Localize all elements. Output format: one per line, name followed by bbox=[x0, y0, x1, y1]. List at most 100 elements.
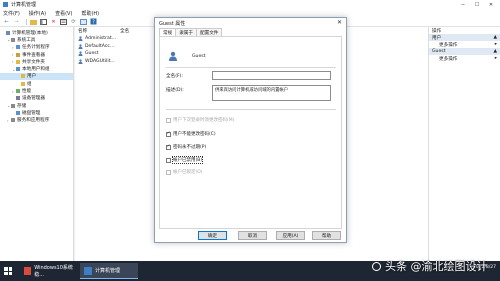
minimize-button[interactable]: ─ bbox=[456, 0, 470, 9]
forward-icon[interactable]: → bbox=[13, 18, 20, 25]
refresh-icon[interactable]: ⟳ bbox=[70, 18, 77, 25]
tree-item[interactable]: ⌄ 系统工具 bbox=[0, 36, 73, 43]
svg-text:?: ? bbox=[92, 20, 95, 26]
properties-icon[interactable] bbox=[60, 18, 67, 25]
checkmark-icon[interactable]: ✓ bbox=[166, 131, 171, 137]
tree-node-icon bbox=[16, 67, 20, 72]
back-icon[interactable]: ← bbox=[3, 18, 10, 25]
export-list-icon[interactable] bbox=[80, 18, 87, 25]
menu-help[interactable]: 帮助(H) bbox=[81, 10, 99, 17]
column-header-name[interactable]: 名称 bbox=[78, 28, 120, 34]
actions-group-guest[interactable]: Guest ▲ bbox=[429, 48, 500, 55]
taskbar-item-label: 计算机管理 bbox=[95, 268, 121, 274]
dialog-title: Guest 属性 bbox=[159, 20, 186, 27]
checkbox-label: 密码永不过期(P) bbox=[173, 145, 207, 150]
user-header: Guest bbox=[168, 51, 206, 61]
description-label: 描述(D): bbox=[166, 88, 184, 93]
maximize-button[interactable]: ☐ bbox=[470, 0, 484, 9]
menu-view[interactable]: 查看(V) bbox=[55, 10, 72, 17]
tree-item-label: 设备管理器 bbox=[22, 96, 45, 102]
account-option-checkbox[interactable]: 帐户已禁用(B) bbox=[166, 156, 204, 164]
navigation-tree: 计算机管理(本地) ⌄ 系统工具 › 任务计划程序 › 事件查看器 › 共享文件夹 ⌄ 本地用户和组… bbox=[0, 27, 74, 261]
tree-node-icon bbox=[16, 45, 20, 50]
tree-item[interactable]: › 事件查看器 bbox=[0, 51, 73, 58]
help-button[interactable]: 帮助 bbox=[312, 231, 341, 240]
account-option-checkbox[interactable]: ✓ 用户不能更改密码(C) bbox=[166, 131, 216, 137]
tree-item-label: 存储 bbox=[17, 103, 27, 109]
action-label: 更多操作 bbox=[439, 56, 458, 62]
menu-file[interactable]: 文件(F) bbox=[3, 10, 20, 17]
tree-item[interactable]: 磁盘管理 bbox=[0, 109, 73, 116]
account-option-checkbox: 帐户已锁定(O) bbox=[166, 169, 203, 175]
delete-icon[interactable]: ✕ bbox=[50, 18, 57, 25]
checkbox-label: 用户下次登录时须更改密码(M) bbox=[173, 118, 235, 123]
checkbox-label: 用户不能更改密码(C) bbox=[173, 132, 216, 137]
ok-button[interactable]: 确定 bbox=[198, 231, 227, 240]
up-folder-icon[interactable] bbox=[30, 18, 37, 25]
tree-item-label: 系统工具 bbox=[17, 37, 36, 43]
windows-start-icon[interactable] bbox=[4, 267, 12, 275]
taskbar-item-label: Windows10系统稳... bbox=[34, 265, 73, 278]
tree-item-label: 组 bbox=[27, 81, 32, 87]
tree-item[interactable]: ⌄ 本地用户和组 bbox=[0, 65, 73, 73]
help-icon[interactable]: ? bbox=[90, 18, 97, 25]
tree-item[interactable]: 用户 bbox=[0, 72, 73, 81]
tree-node-icon bbox=[11, 103, 15, 108]
checkbox-box[interactable] bbox=[166, 157, 171, 163]
description-input[interactable]: 供来宾访问计算机或访问域的内置帐户 bbox=[212, 85, 331, 101]
taskbar-item-windows10[interactable]: Windows10系统稳... bbox=[20, 263, 78, 279]
actions-title: 操作 bbox=[432, 28, 442, 34]
window-titlebar: 计算机管理 ─ ☐ ✕ bbox=[0, 0, 500, 9]
close-button[interactable]: ✕ bbox=[484, 0, 498, 9]
action-more-actions[interactable]: 更多操作 ▸ bbox=[429, 41, 500, 48]
user-icon bbox=[78, 36, 83, 42]
tree-item[interactable]: › 性能 bbox=[0, 87, 73, 95]
collapse-arrow-icon: ▲ bbox=[493, 49, 497, 54]
tree-item[interactable]: › 任务计划程序 bbox=[0, 44, 73, 51]
dialog-divider bbox=[166, 109, 336, 110]
show-hide-tree-icon[interactable] bbox=[40, 18, 47, 25]
dialog-tabs: 常规 隶属于 配置文件 bbox=[159, 28, 346, 36]
tree-node-icon bbox=[21, 74, 25, 79]
menu-action[interactable]: 操作(A) bbox=[29, 10, 46, 17]
toutiao-logo-icon bbox=[372, 261, 381, 271]
expand-arrow-icon: ▸ bbox=[494, 56, 497, 61]
checkmark-icon[interactable]: ✓ bbox=[166, 144, 171, 150]
tree-item-label: 本地用户和组 bbox=[22, 67, 50, 73]
tab-profile[interactable]: 配置文件 bbox=[196, 28, 223, 36]
dialog-close-button[interactable]: ✕ bbox=[337, 19, 342, 26]
action-more-actions[interactable]: 更多操作 ▸ bbox=[429, 55, 500, 62]
tab-general[interactable]: 常规 bbox=[159, 28, 177, 36]
tree-item[interactable]: 计算机管理(本地) bbox=[0, 29, 73, 36]
fullname-input[interactable] bbox=[212, 71, 331, 80]
computer-management-icon bbox=[3, 2, 8, 7]
action-label: 更多操作 bbox=[439, 42, 458, 48]
tree-node-icon bbox=[16, 59, 20, 64]
checkbox-box bbox=[166, 117, 171, 123]
menu-bar: 文件(F) 操作(A) 查看(V) 帮助(H) bbox=[0, 9, 500, 17]
tree-node-icon bbox=[11, 37, 15, 42]
list-item-name: Administrat... bbox=[85, 36, 116, 42]
cancel-button[interactable]: 取消 bbox=[238, 231, 267, 240]
tree-item[interactable]: 设备管理器 bbox=[0, 95, 73, 102]
actions-pane: 操作 用户 ▲ 更多操作 ▸ Guest ▲ 更多操作 ▸ bbox=[428, 27, 500, 261]
tree-item[interactable]: 组 bbox=[0, 80, 73, 87]
window-title: 计算机管理 bbox=[11, 2, 37, 8]
guest-properties-dialog: Guest 属性 ✕ 常规 隶属于 配置文件 Guest 全名(F): 描述(D… bbox=[154, 17, 347, 243]
tree-item[interactable]: ⌄ 存储 bbox=[0, 102, 73, 109]
actions-group-users[interactable]: 用户 ▲ bbox=[429, 34, 500, 41]
account-option-checkbox: 用户下次登录时须更改密码(M) bbox=[166, 117, 234, 123]
general-tab-panel: Guest 全名(F): 描述(D): 供来宾访问计算机或访问域的内置帐户 用户… bbox=[159, 36, 342, 229]
tree-item[interactable]: › 共享文件夹 bbox=[0, 58, 73, 65]
username-label: Guest bbox=[192, 53, 206, 59]
account-option-checkbox[interactable]: ✓ 密码永不过期(P) bbox=[166, 144, 206, 150]
actions-group-label: Guest bbox=[432, 49, 446, 54]
tree-item-label: 服务和应用程序 bbox=[17, 118, 50, 124]
tree-node-icon bbox=[16, 52, 20, 57]
tree-item[interactable]: › 服务和应用程序 bbox=[0, 117, 73, 124]
apply-button[interactable]: 应用(A) bbox=[276, 231, 305, 240]
actions-group-label: 用户 bbox=[432, 35, 442, 41]
tab-member-of[interactable]: 隶属于 bbox=[175, 28, 197, 36]
taskbar-item-computer-management[interactable]: 计算机管理 bbox=[80, 263, 138, 279]
tree-node-icon bbox=[6, 30, 10, 35]
